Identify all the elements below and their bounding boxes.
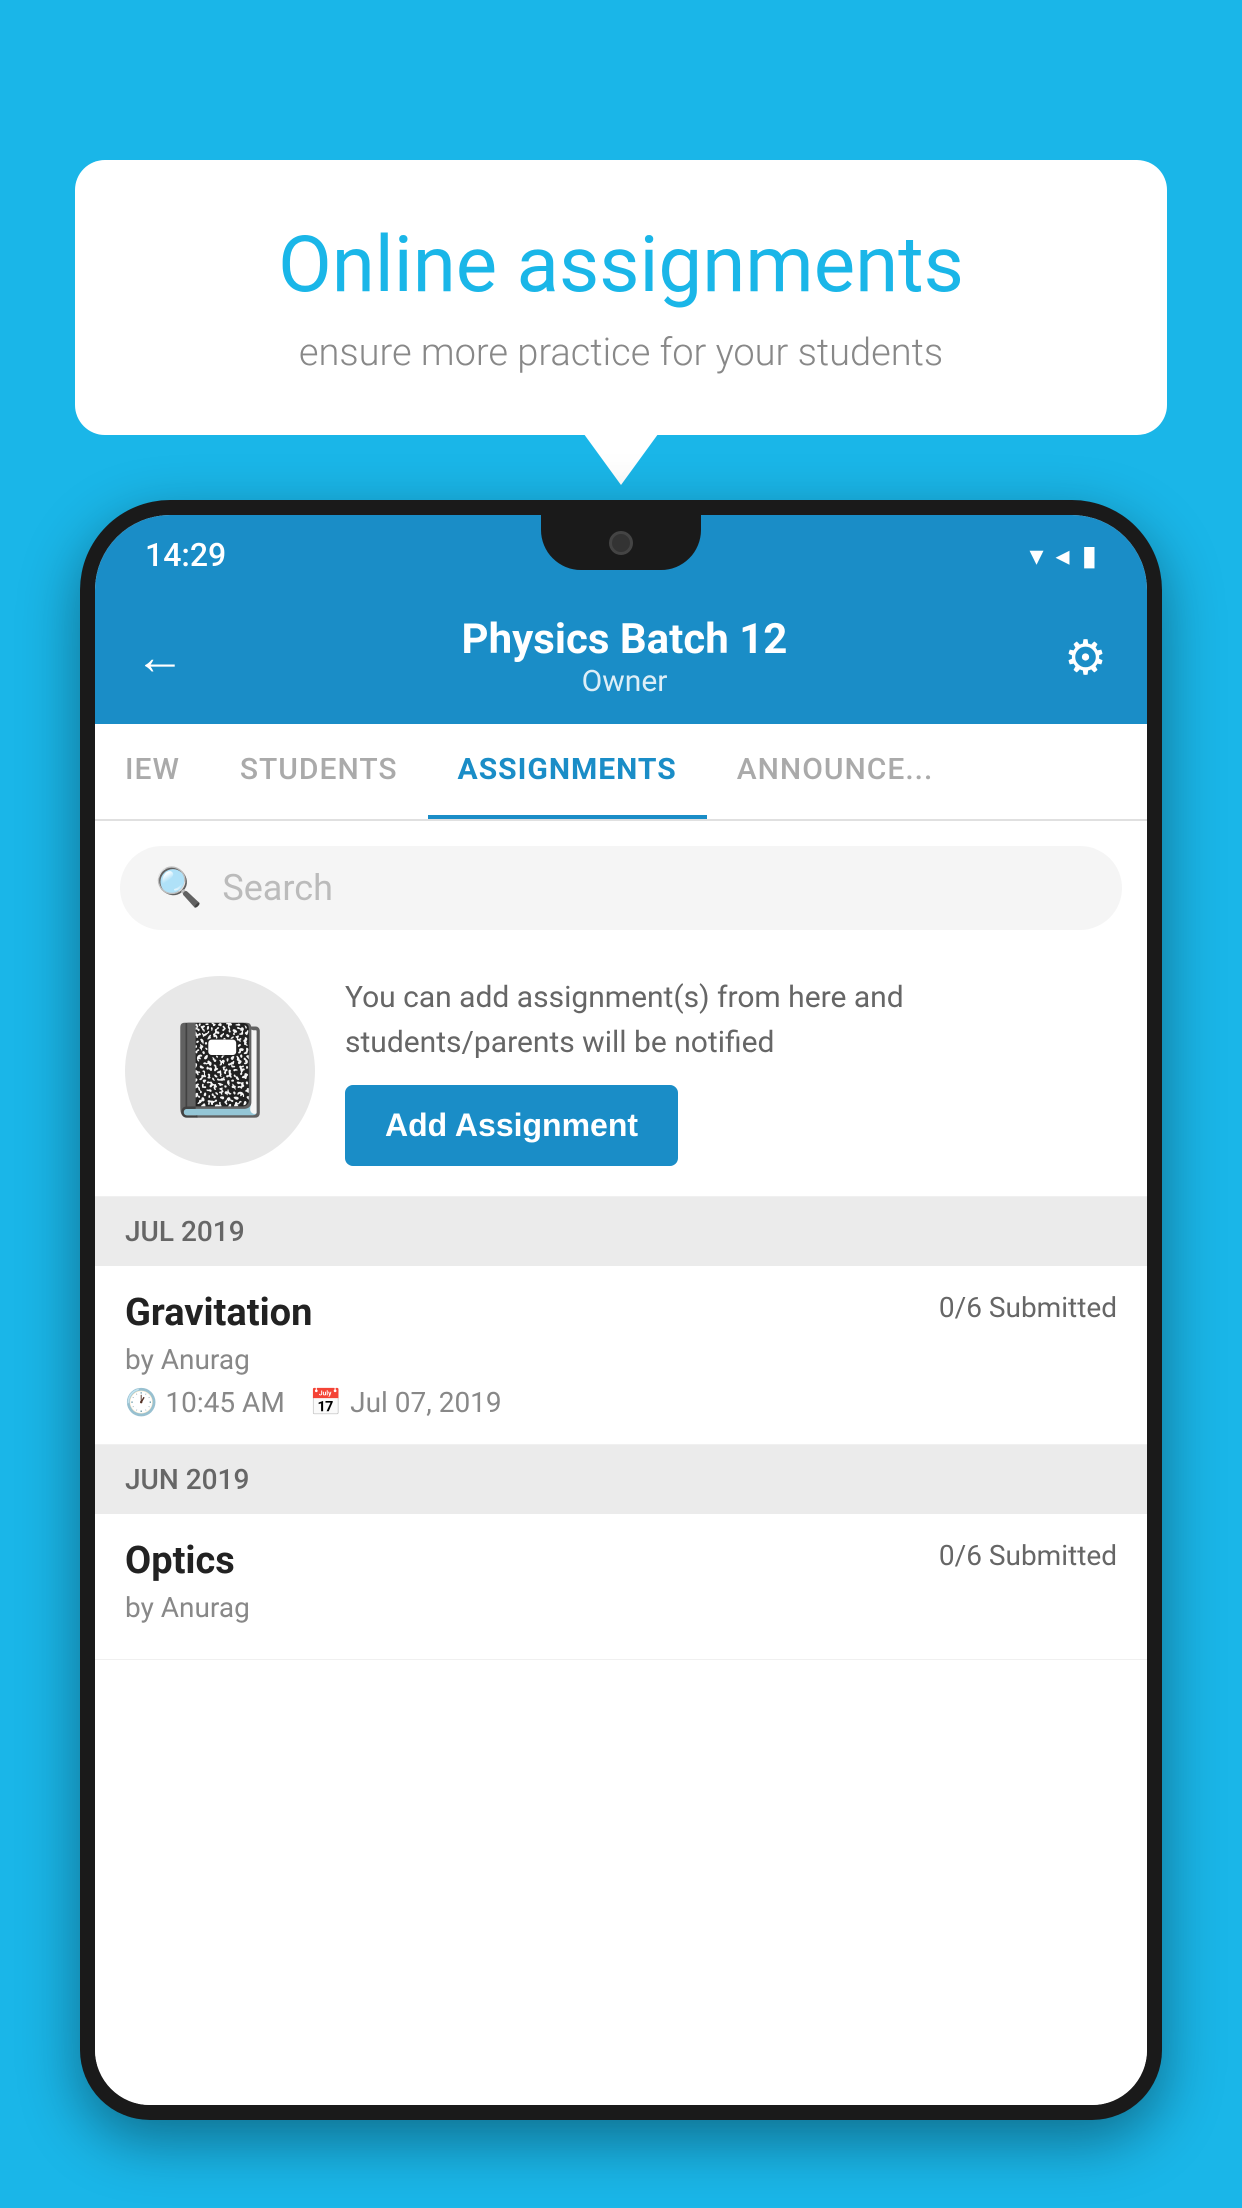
assignment-meta-gravitation: 🕐 10:45 AM 📅 Jul 07, 2019 — [125, 1386, 1117, 1419]
status-bar: 14:29 ▾ ◂ ▮ — [95, 515, 1147, 595]
back-button[interactable]: ← — [135, 628, 185, 687]
notch — [541, 515, 701, 570]
assignment-submitted-gravitation: 0/6 Submitted — [939, 1291, 1117, 1324]
bubble-subtitle: ensure more practice for your students — [145, 331, 1097, 375]
search-bar[interactable]: 🔍 Search — [120, 846, 1122, 930]
assignment-item-gravitation[interactable]: Gravitation 0/6 Submitted by Anurag 🕐 10… — [95, 1266, 1147, 1445]
assignment-by-gravitation: by Anurag — [125, 1343, 1117, 1376]
assignment-date-gravitation: 📅 Jul 07, 2019 — [310, 1386, 502, 1419]
assignment-item-optics[interactable]: Optics 0/6 Submitted by Anurag — [95, 1514, 1147, 1660]
add-assignment-right: You can add assignment(s) from here and … — [345, 975, 1117, 1166]
tab-iew[interactable]: IEW — [95, 724, 210, 819]
phone-container: 14:29 ▾ ◂ ▮ ← Physics Batch 12 Owner ⚙ — [80, 500, 1162, 2208]
app-header: ← Physics Batch 12 Owner ⚙ — [95, 595, 1147, 724]
phone-screen: 14:29 ▾ ◂ ▮ ← Physics Batch 12 Owner ⚙ — [95, 515, 1147, 2105]
wifi-icon: ▾ — [1029, 539, 1043, 572]
clock-icon: 🕐 — [125, 1388, 157, 1418]
assignment-name-gravitation: Gravitation — [125, 1291, 312, 1335]
search-placeholder: Search — [222, 867, 333, 909]
bubble-title: Online assignments — [145, 220, 1097, 311]
assignment-time-gravitation: 🕐 10:45 AM — [125, 1386, 285, 1419]
content-area: 🔍 Search 📓 You can add assignment(s) fro… — [95, 821, 1147, 2105]
header-subtitle: Owner — [462, 664, 788, 699]
add-assignment-description: You can add assignment(s) from here and … — [345, 975, 1117, 1065]
search-icon: 🔍 — [155, 866, 202, 910]
header-center: Physics Batch 12 Owner — [462, 615, 788, 699]
assignment-top-row-optics: Optics 0/6 Submitted — [125, 1539, 1117, 1583]
month-header-jun: JUN 2019 — [95, 1445, 1147, 1514]
header-title: Physics Batch 12 — [462, 615, 788, 664]
tab-students[interactable]: STUDENTS — [210, 724, 428, 819]
phone-outer: 14:29 ▾ ◂ ▮ ← Physics Batch 12 Owner ⚙ — [80, 500, 1162, 2120]
speech-bubble: Online assignments ensure more practice … — [75, 160, 1167, 435]
notebook-icon-circle: 📓 — [125, 976, 315, 1166]
battery-icon: ▮ — [1082, 539, 1097, 572]
signal-icon: ◂ — [1056, 539, 1070, 572]
settings-icon[interactable]: ⚙ — [1064, 629, 1107, 686]
speech-bubble-container: Online assignments ensure more practice … — [75, 160, 1167, 435]
camera-dot — [609, 531, 633, 555]
add-assignment-section: 📓 You can add assignment(s) from here an… — [95, 945, 1147, 1197]
tab-announcements[interactable]: ANNOUNCE... — [707, 724, 964, 819]
assignment-by-optics: by Anurag — [125, 1591, 1117, 1624]
assignment-top-row: Gravitation 0/6 Submitted — [125, 1291, 1117, 1335]
add-assignment-button[interactable]: Add Assignment — [345, 1085, 678, 1166]
assignment-submitted-optics: 0/6 Submitted — [939, 1539, 1117, 1572]
assignment-name-optics: Optics — [125, 1539, 235, 1583]
month-header-jul: JUL 2019 — [95, 1197, 1147, 1266]
tabs-container: IEW STUDENTS ASSIGNMENTS ANNOUNCE... — [95, 724, 1147, 821]
calendar-icon: 📅 — [310, 1388, 342, 1418]
status-icons: ▾ ◂ ▮ — [1029, 539, 1097, 572]
tab-assignments[interactable]: ASSIGNMENTS — [428, 724, 707, 819]
notebook-icon: 📓 — [164, 1018, 276, 1123]
status-time: 14:29 — [145, 536, 226, 574]
